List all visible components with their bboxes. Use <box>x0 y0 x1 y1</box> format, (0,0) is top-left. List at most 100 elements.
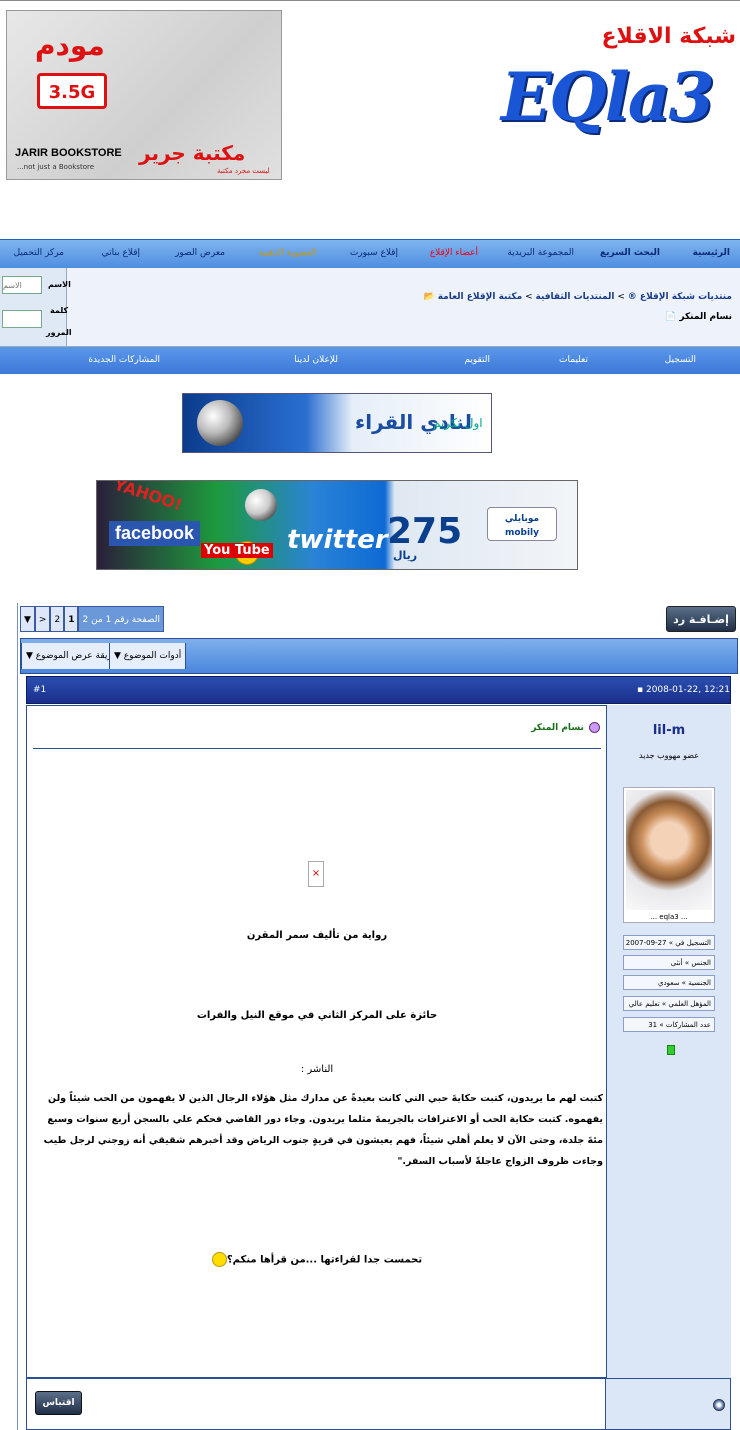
post-closing-text: تحمست جدا لقراءتها ...من قرأها منكم؟ <box>226 1254 423 1266</box>
main-navbar: الرئيسية البحث السريع المجموعة البريدية … <box>0 239 740 269</box>
pagination: ▼ > 2 1 الصفحة رقم 1 من 2 <box>20 606 164 632</box>
ad-brand-en: JARIR BOOKSTORE <box>15 147 122 159</box>
pager-page-2[interactable]: 2 <box>50 606 65 632</box>
post-line-author: رواية من تأليف سمر المقرن <box>246 930 388 941</box>
breadcrumb-library[interactable]: مكتبة الإقلاع العامة <box>438 292 523 302</box>
user-field-education: المؤهل العلمي » تعليم عالي <box>623 996 715 1011</box>
readers-club-banner[interactable]: لنادي القراء اول تكريم <box>182 393 492 453</box>
post-date: ▪ 2008-01-22, 12:21 PM <box>637 685 740 695</box>
nav-girls[interactable]: إقلاع بناتي <box>102 248 140 258</box>
smiley-icon <box>589 722 600 733</box>
thread-tools-menu[interactable]: ▼ أدوات الموضوع <box>109 643 187 669</box>
secondary-navbar: التسجيل تعليمات التقويم للإعلان لدينا ال… <box>0 347 740 374</box>
post-title: نسام المنكر <box>531 722 600 733</box>
thread-title-crumb: 📄 نسام المنكر <box>665 312 732 322</box>
post-title-text: نسام المنكر <box>531 723 584 733</box>
nav-register[interactable]: التسجيل <box>665 355 696 365</box>
site-logo[interactable]: شبكة الاقلاع EQla3 <box>495 10 740 175</box>
jarir-ad-banner[interactable]: مودم 3.5G JARIR BOOKSTORE مكتبة جرير ...… <box>6 10 282 180</box>
soccer-ball-icon <box>245 489 277 521</box>
nav-new-posts[interactable]: المشاركات الجديدة <box>88 355 160 365</box>
pager-label: الصفحة رقم 1 من 2 <box>78 606 164 632</box>
user-field-gender: الجنس » أنثى <box>623 955 715 970</box>
smiley-icon <box>211 1252 227 1267</box>
nav-sport[interactable]: إقلاع سبورت <box>350 248 398 258</box>
nav-quick-search[interactable]: البحث السريع <box>600 248 660 258</box>
mobily-social-banner[interactable]: YAHOO! facebook You Tube twitter 275 ريا… <box>96 480 578 570</box>
password-label-2: المرور <box>46 328 72 337</box>
nav-mailing-list[interactable]: المجموعة البريدية <box>507 248 574 258</box>
nav-calendar[interactable]: التقويم <box>464 355 490 365</box>
top-border <box>0 0 740 1</box>
username-link[interactable]: lil-m <box>607 723 731 738</box>
user-info-panel: lil-m عضو مهووب جديد ... eqla3 ... التسج… <box>606 705 731 1378</box>
post-line-publisher: الناشر : <box>300 1064 334 1075</box>
online-status-icon <box>667 1045 675 1055</box>
nav-home[interactable]: الرئيسية <box>693 248 730 258</box>
display-mode-label: طريقة عرض الموضوع <box>35 651 120 661</box>
breadcrumb-separator: > <box>617 292 625 302</box>
nav-downloads[interactable]: مركز التحميل <box>14 248 64 258</box>
username-input[interactable] <box>2 276 42 294</box>
breadcrumb-cultural[interactable]: المنتديات الثقافية <box>535 292 614 302</box>
logo-network-text: شبكة الاقلاع <box>601 24 736 49</box>
logo-wordmark: EQla3 <box>501 58 715 136</box>
post-closing: تحمست جدا لقراءتها ...من قرأها منكم؟ <box>31 1252 603 1267</box>
banner-club-subtext: اول تكريم <box>433 416 483 430</box>
nav-gallery[interactable]: معرض الصور <box>175 248 225 258</box>
ad-3g-badge: 3.5G <box>37 73 107 109</box>
user-field-nationality: الجنسية » سعودي <box>623 975 715 990</box>
password-label-1: كلمة <box>50 306 69 315</box>
nav-members[interactable]: أعضاء الإقلاع <box>430 248 478 258</box>
pager-page-1[interactable]: 1 <box>64 606 79 632</box>
login-box: الاسم كلمة المرور <box>0 268 72 346</box>
thread-tools-label: أدوات الموضوع <box>123 651 182 661</box>
breadcrumb-separator: > <box>525 292 533 302</box>
avatar-image <box>626 790 712 910</box>
avatar[interactable]: ... eqla3 ... <box>623 787 715 923</box>
folder-icon: 📂 <box>423 292 435 302</box>
ad-brand-ar: مكتبة جرير <box>139 141 246 165</box>
youtube-logo: You Tube <box>201 543 273 558</box>
post-footer: اقتباس <box>26 1378 731 1430</box>
nav-help[interactable]: تعليمات <box>559 355 588 365</box>
twitter-logo: twitter <box>287 525 388 555</box>
facebook-logo: facebook <box>109 521 201 546</box>
add-reply-button[interactable]: إضـافـة رد <box>666 606 736 632</box>
ad-tagline-ar: ليست مجرد مكتبة <box>217 167 270 175</box>
password-input[interactable] <box>2 310 42 328</box>
pager-next[interactable]: > <box>34 606 51 632</box>
quote-button[interactable]: اقتباس <box>35 1391 82 1415</box>
breadcrumb-forum-home[interactable]: منتديات شبكة الإقلاع ® <box>628 292 732 302</box>
user-field-posts: عدد المشاركات » 31 <box>623 1017 715 1032</box>
chevron-down-icon: ▼ <box>114 651 124 661</box>
nav-advertise[interactable]: للإعلان لدينا <box>294 355 338 365</box>
post-icon: ▪ <box>637 685 646 695</box>
username-label: الاسم <box>48 280 71 289</box>
ad-tagline-en: ...not just a Bookstore <box>17 163 95 171</box>
mobily-price: 275 <box>387 511 463 552</box>
post-date-text: 2008-01-22, 12:21 PM <box>645 685 740 695</box>
chevron-down-icon: ▼ <box>26 651 36 661</box>
thread-tools-bar: ▼ طريقة عرض الموضوع ▼ أدوات الموضوع <box>20 638 738 674</box>
post-divider <box>33 748 601 749</box>
left-frame-border <box>0 603 18 1430</box>
post-footer-side <box>605 1379 730 1429</box>
post-line-award: حائزة على المركز الثاني في موقع النيل وا… <box>196 1010 438 1021</box>
avatar-caption: ... eqla3 ... <box>650 913 688 921</box>
post-paragraph: كتبت لهم ما يريدون، كتبت حكايةَ حبي التي… <box>43 1093 603 1167</box>
mobily-currency: ريال <box>393 549 418 562</box>
thread-title-text: نسام المنكر <box>679 312 732 322</box>
ad-modem-text: مودم <box>35 29 105 62</box>
nav-gold-membership[interactable]: العضوية الذهبية <box>259 248 316 258</box>
post-number-link[interactable]: #1 <box>33 685 46 695</box>
globe-ball-icon <box>197 400 243 446</box>
document-icon: 📄 <box>664 312 677 322</box>
mobily-modem-image: موبايلي mobily <box>487 507 557 541</box>
post-header: #1 ▪ 2008-01-22, 12:21 PM <box>26 676 740 704</box>
pager-menu-button[interactable]: ▼ <box>20 606 35 632</box>
user-rank: عضو مهووب جديد <box>639 751 699 760</box>
breadcrumb-bar: 📂 منتديات شبكة الإقلاع ® > المنتديات الث… <box>0 268 740 347</box>
breadcrumb: 📂 منتديات شبكة الإقلاع ® > المنتديات الث… <box>424 292 732 302</box>
report-icon[interactable] <box>713 1399 725 1411</box>
